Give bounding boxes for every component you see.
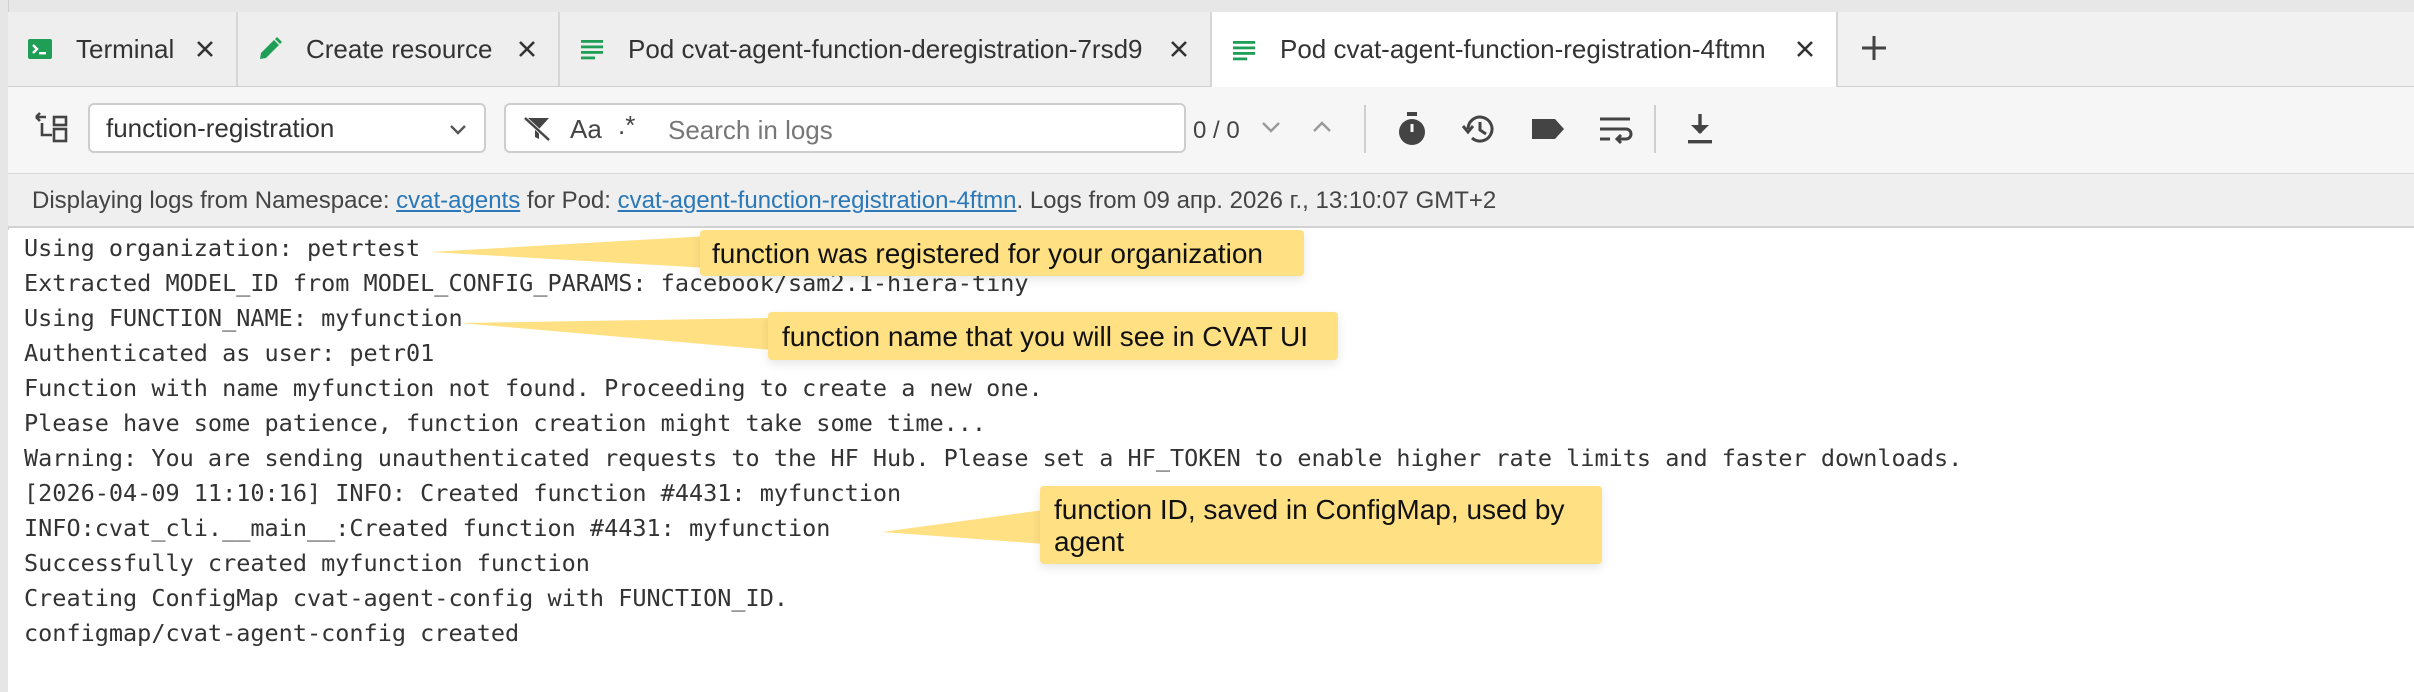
download-icon[interactable] bbox=[1680, 109, 1720, 149]
log-output: Using organization: petrtest Extracted M… bbox=[8, 230, 2414, 692]
log-lines-icon bbox=[578, 35, 606, 63]
close-icon[interactable] bbox=[512, 34, 542, 64]
tab-pod-registration[interactable]: Pod cvat-agent-function-registration-4ft… bbox=[1212, 12, 1838, 87]
log-toolbar: function-registration Aa .* 0 / 0 bbox=[8, 87, 2414, 174]
info-prefix: Displaying logs from Namespace: bbox=[32, 187, 397, 214]
container-select[interactable]: function-registration bbox=[88, 103, 486, 153]
log-line: configmap/cvat-agent-config created bbox=[24, 619, 520, 647]
info-suffix: . Logs from 09 апр. 2026 г., 13:10:07 GM… bbox=[1016, 187, 1497, 214]
match-counter: 0 / 0 bbox=[1193, 117, 1240, 144]
switch-container-icon[interactable] bbox=[32, 109, 72, 149]
search-input[interactable] bbox=[666, 113, 1170, 147]
tab-terminal[interactable]: Terminal bbox=[8, 12, 238, 86]
annotation-callout-function-name: function name that you will see in CVAT … bbox=[768, 312, 1338, 360]
filter-off-icon[interactable] bbox=[522, 115, 552, 143]
tab-label: Pod cvat-agent-function-registration-4ft… bbox=[1280, 34, 1766, 64]
match-case-toggle[interactable]: Aa bbox=[570, 114, 602, 144]
log-line: Authenticated as user: petr01 bbox=[24, 339, 435, 367]
log-line: Function with name myfunction not found.… bbox=[24, 374, 1043, 402]
log-line: Using FUNCTION_NAME: myfunction bbox=[24, 304, 463, 332]
chevron-down-icon[interactable] bbox=[1255, 111, 1287, 143]
tab-label: Create resource bbox=[306, 33, 493, 64]
log-line: Warning: You are sending unauthenticated… bbox=[24, 444, 1963, 472]
chevron-down-icon bbox=[446, 117, 470, 141]
namespace-link[interactable]: cvat-agents bbox=[396, 187, 520, 214]
log-source-info: Displaying logs from Namespace: cvat-age… bbox=[8, 174, 2414, 228]
annotation-text: function name that you will see in CVAT … bbox=[782, 321, 1309, 352]
label-tag-icon[interactable] bbox=[1528, 109, 1568, 149]
chevron-up-icon[interactable] bbox=[1306, 111, 1338, 143]
tab-bar: Terminal Create resource Pod cvat-agent-… bbox=[8, 12, 2414, 87]
annotation-text: function ID, saved in ConfigMap, used by… bbox=[1054, 494, 1565, 557]
tab-pod-deregistration[interactable]: Pod cvat-agent-function-deregistration-7… bbox=[560, 12, 1212, 86]
log-line: Please have some patience, function crea… bbox=[24, 409, 987, 437]
toolbar-divider bbox=[1654, 105, 1656, 153]
toolbar-divider bbox=[1364, 105, 1366, 153]
log-lines-icon bbox=[1230, 36, 1258, 64]
wrap-lines-icon[interactable] bbox=[1596, 109, 1636, 149]
tab-label: Terminal bbox=[76, 33, 175, 64]
close-icon[interactable] bbox=[1164, 34, 1194, 64]
log-line: Using organization: petrtest bbox=[24, 234, 421, 262]
tab-create-resource[interactable]: Create resource bbox=[238, 12, 560, 86]
log-line: [2026-04-09 11:10:16] INFO: Created func… bbox=[24, 479, 902, 507]
history-icon[interactable] bbox=[1460, 109, 1500, 149]
container-select-value: function-registration bbox=[106, 112, 335, 143]
annotation-callout-function-id: function ID, saved in ConfigMap, used by… bbox=[1040, 486, 1602, 564]
log-line: INFO:cvat_cli.__main__:Created function … bbox=[24, 514, 831, 542]
pencil-icon bbox=[256, 35, 284, 63]
annotation-text: function was registered for your organiz… bbox=[712, 238, 1263, 269]
log-line: Successfully created myfunction function bbox=[24, 549, 590, 577]
close-icon[interactable] bbox=[190, 34, 220, 64]
close-icon[interactable] bbox=[1790, 34, 1820, 64]
log-search-box: Aa .* bbox=[504, 103, 1186, 153]
annotation-callout-organization: function was registered for your organiz… bbox=[700, 230, 1304, 276]
log-line: Creating ConfigMap cvat-agent-config wit… bbox=[24, 584, 789, 612]
tab-label: Pod cvat-agent-function-deregistration-7… bbox=[628, 33, 1143, 64]
timestamps-stopwatch-icon[interactable] bbox=[1392, 109, 1432, 149]
regex-toggle[interactable]: .* bbox=[618, 110, 635, 140]
pod-link[interactable]: cvat-agent-function-registration-4ftmn bbox=[618, 187, 1017, 214]
info-mid: for Pod: bbox=[520, 187, 618, 214]
add-tab-plus-icon[interactable] bbox=[1856, 30, 1892, 66]
terminal-icon bbox=[26, 35, 54, 63]
